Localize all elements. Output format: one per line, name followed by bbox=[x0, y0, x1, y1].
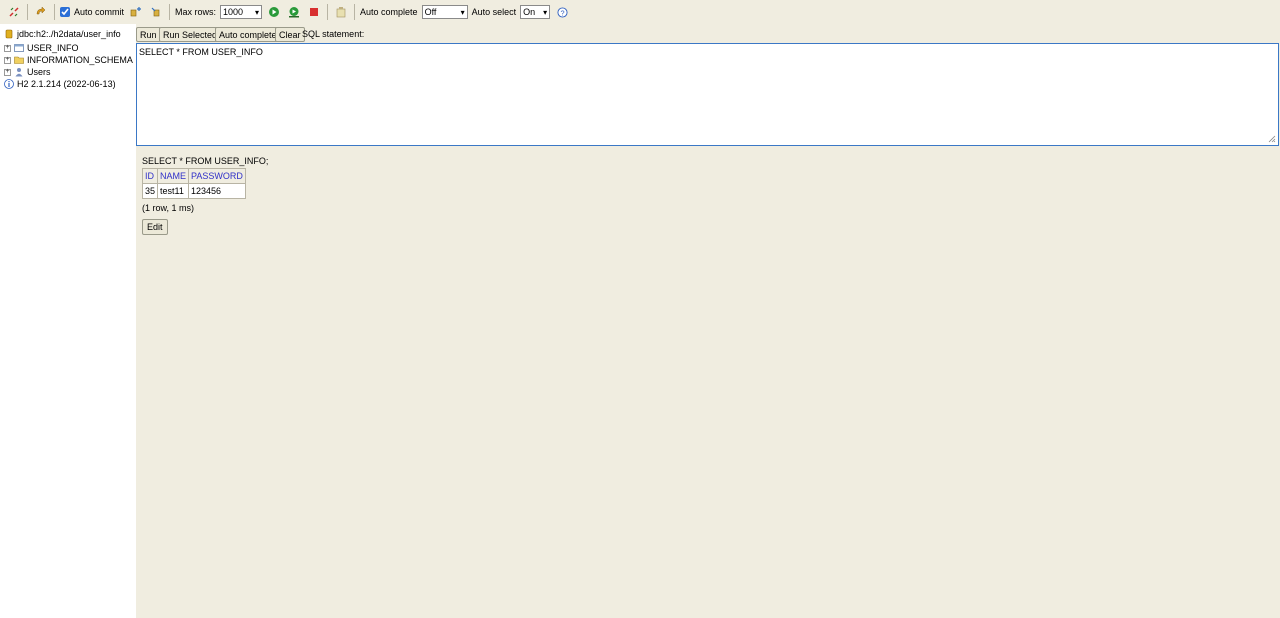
max-rows-value: 1000 bbox=[223, 7, 244, 17]
toolbar: Auto commit Max rows: 1000 ▾ Auto comple… bbox=[0, 0, 1280, 24]
column-header-id: ID bbox=[141, 168, 159, 184]
help-icon[interactable]: ? bbox=[555, 5, 569, 19]
table-header-row: ID NAME PASSWORD bbox=[141, 168, 246, 184]
column-header-password: PASSWORD bbox=[188, 168, 246, 184]
table-cell: test11 bbox=[157, 183, 190, 199]
expand-icon[interactable]: + bbox=[4, 56, 11, 64]
chevron-down-icon: ▾ bbox=[460, 7, 465, 17]
clear-button[interactable]: Clear bbox=[275, 27, 305, 42]
run-selected-button[interactable]: Run Selected bbox=[159, 27, 222, 42]
tree-item-label: INFORMATION_SCHEMA bbox=[27, 55, 133, 65]
users-icon bbox=[14, 67, 24, 77]
version-label: H2 2.1.214 (2022-06-13) bbox=[17, 79, 116, 89]
history-icon[interactable] bbox=[334, 5, 348, 19]
commit-icon[interactable] bbox=[129, 5, 143, 19]
max-rows-select[interactable]: 1000 ▾ bbox=[220, 5, 263, 19]
tree-connection-label: jdbc:h2:./h2data/user_info bbox=[17, 29, 121, 39]
auto-complete-label: Auto complete bbox=[360, 7, 418, 17]
auto-select-select[interactable]: On ▾ bbox=[520, 5, 551, 19]
refresh-icon[interactable] bbox=[34, 5, 48, 19]
sql-statement-label: SQL statement: bbox=[302, 29, 365, 39]
auto-commit-checkbox[interactable] bbox=[60, 7, 70, 17]
main-panel: Run Run Selected Auto complete Clear SQL… bbox=[136, 24, 1280, 618]
auto-select-label: Auto select bbox=[471, 7, 517, 17]
table-row: 35 test11 123456 bbox=[141, 183, 246, 199]
tree-item-label: USER_INFO bbox=[27, 43, 79, 53]
run-selected-icon[interactable] bbox=[287, 5, 301, 19]
tree-item-label: Users bbox=[27, 67, 51, 77]
database-icon bbox=[4, 29, 14, 39]
chevron-down-icon: ▾ bbox=[255, 7, 260, 17]
info-icon bbox=[4, 79, 14, 89]
run-icon[interactable] bbox=[267, 5, 281, 19]
auto-select-value: On bbox=[523, 7, 536, 17]
max-rows-label: Max rows: bbox=[175, 7, 217, 17]
result-query: SELECT * FROM USER_INFO; bbox=[142, 156, 269, 166]
tree-version: H2 2.1.214 (2022-06-13) bbox=[4, 78, 116, 90]
object-tree: jdbc:h2:./h2data/user_info + USER_INFO +… bbox=[0, 24, 135, 618]
expand-icon[interactable]: + bbox=[4, 44, 11, 52]
row-count: (1 row, 1 ms) bbox=[142, 203, 195, 213]
table-cell: 123456 bbox=[188, 183, 246, 199]
tree-item-user-info[interactable]: + USER_INFO bbox=[4, 42, 79, 54]
tree-item-users[interactable]: + Users bbox=[4, 66, 51, 78]
chevron-down-icon: ▾ bbox=[543, 7, 548, 17]
tree-item-information-schema[interactable]: + INFORMATION_SCHEMA bbox=[4, 54, 133, 66]
run-button[interactable]: Run bbox=[136, 27, 161, 42]
rollback-icon[interactable] bbox=[149, 5, 163, 19]
toolbar-divider bbox=[27, 4, 28, 20]
auto-complete-value: Off bbox=[424, 7, 437, 17]
auto-commit-label: Auto commit bbox=[74, 7, 125, 17]
toolbar-divider bbox=[54, 4, 55, 20]
tree-connection[interactable]: jdbc:h2:./h2data/user_info bbox=[4, 28, 121, 40]
disconnect-icon[interactable] bbox=[7, 5, 21, 19]
table-icon bbox=[14, 43, 24, 53]
toolbar-divider bbox=[327, 4, 329, 20]
svg-text:?: ? bbox=[560, 8, 564, 17]
resize-grip-icon[interactable] bbox=[1268, 135, 1276, 143]
result-area: SELECT * FROM USER_INFO; ID NAME PASSWOR… bbox=[141, 156, 269, 213]
toolbar-divider bbox=[354, 4, 356, 20]
sql-editor[interactable]: SELECT * FROM USER_INFO bbox=[136, 43, 1279, 146]
auto-complete-select[interactable]: Off ▾ bbox=[421, 5, 468, 19]
result-table: ID NAME PASSWORD 35 test11 123456 bbox=[141, 168, 246, 199]
toolbar-divider bbox=[169, 4, 171, 20]
auto-complete-button[interactable]: Auto complete bbox=[215, 27, 281, 42]
folder-icon bbox=[14, 55, 24, 65]
sql-text: SELECT * FROM USER_INFO bbox=[139, 47, 263, 57]
table-cell: 35 bbox=[141, 183, 159, 199]
edit-button[interactable]: Edit bbox=[142, 219, 168, 235]
column-header-name: NAME bbox=[157, 168, 190, 184]
expand-icon[interactable]: + bbox=[4, 68, 11, 76]
stop-icon[interactable] bbox=[307, 5, 321, 19]
